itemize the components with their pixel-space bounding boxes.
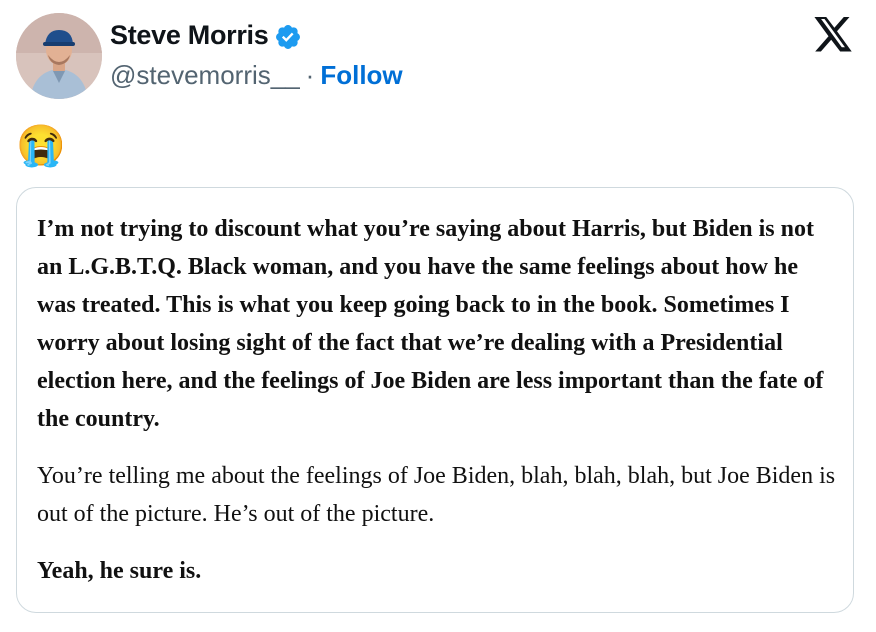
separator-dot: ·: [305, 60, 315, 90]
x-logo-icon[interactable]: [812, 17, 854, 55]
author-display-name[interactable]: Steve Morris: [110, 20, 269, 51]
author-handle[interactable]: @stevemorris__: [110, 60, 300, 91]
author-name-row: Steve Morris: [110, 20, 302, 51]
quote-paragraph-2: You’re telling me about the feelings of …: [37, 463, 836, 527]
follow-button[interactable]: Follow: [320, 60, 402, 91]
verified-badge-icon: [274, 23, 302, 51]
crying-face-emoji: 😭: [16, 124, 66, 168]
author-handle-row: @stevemorris__ · Follow: [110, 60, 403, 91]
avatar-photo: [16, 13, 102, 99]
quote-paragraph-1: I’m not trying to discount what you’re s…: [37, 216, 824, 432]
quote-card[interactable]: I’m not trying to discount what you’re s…: [16, 187, 854, 613]
quote-text: I’m not trying to discount what you’re s…: [37, 210, 837, 590]
quote-paragraph-3: Yeah, he sure is.: [37, 558, 202, 584]
author-avatar[interactable]: [16, 13, 102, 99]
